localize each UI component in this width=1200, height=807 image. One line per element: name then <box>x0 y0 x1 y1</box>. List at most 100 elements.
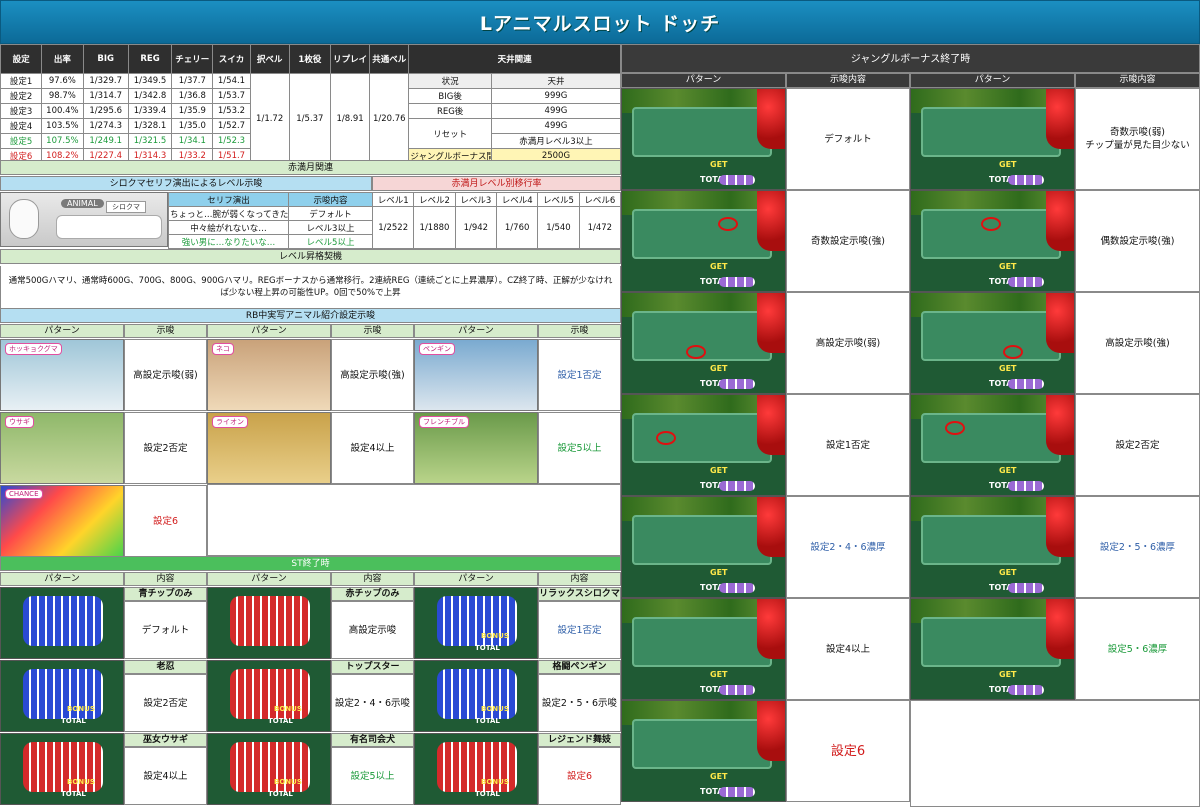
settings-cell: 1/34.1 <box>171 133 214 149</box>
rb-animal-caption: CHANCE <box>5 489 43 499</box>
settings-cell: 98.7% <box>41 88 84 104</box>
settings-cell: 1/53.2 <box>212 103 251 119</box>
st-chip-image <box>0 587 124 659</box>
st-pattern-label: 格闘ペンギン <box>538 660 621 674</box>
bonus-text: BONUS <box>481 632 509 640</box>
st-header: 内容 <box>124 572 207 586</box>
rb-hint-cell: 設定4以上 <box>331 412 414 484</box>
get-text: GET <box>999 568 1017 577</box>
st-header: パターン <box>414 572 538 586</box>
jungle-screen-image: GET TOTAL <box>621 700 786 802</box>
header-cell: 示唆内容 <box>288 192 373 207</box>
total-text: TOTAL <box>61 790 86 798</box>
st-hint-cell: デフォルト <box>124 601 207 659</box>
hint-cell: レベル5以上 <box>288 234 373 249</box>
settings-cell: 1/349.5 <box>127 73 173 89</box>
st-chip-image: BONUS TOTAL <box>414 660 538 732</box>
rb-animal-caption: ウサギ <box>5 416 34 428</box>
jungle-hint-cell: 設定6 <box>786 700 910 802</box>
total-text: TOTAL <box>475 790 500 798</box>
jungle-hint-cell: 高設定示唆(弱) <box>786 292 910 394</box>
level-rate-table: レベル1 レベル2 レベル3 レベル4 レベル5 レベル6 1/2522 1/1880 1/9… <box>371 192 622 249</box>
jungle-hint-cell: 偶数設定示唆(強) <box>1075 190 1200 292</box>
line-cell: 中々絵がれないな… <box>168 220 289 235</box>
jungle-header: 示唆内容 <box>786 73 910 88</box>
header-cell: 1枚役 <box>288 44 332 74</box>
st-pattern-label: 青チップのみ <box>124 587 207 601</box>
settings-cell: 1/314.7 <box>82 88 129 104</box>
rb-header: パターン <box>207 324 331 338</box>
hint-cell: レベル3以上 <box>288 220 373 235</box>
bonus-text: BONUS <box>481 778 509 786</box>
settings-cell: 設定5 <box>0 133 43 149</box>
settings-cell: 1/339.4 <box>127 103 173 119</box>
st-hint-cell: 設定2・4・6示唆 <box>331 674 414 732</box>
rb-animal-caption: ホッキョクグマ <box>5 343 62 355</box>
rb-animal-caption: ライオン <box>212 416 248 428</box>
common-rate-cell: 1/5.37 <box>288 73 332 164</box>
st-chip-image: BONUS TOTAL <box>414 733 538 805</box>
get-text: GET <box>999 262 1017 271</box>
level-header: レベル1 <box>371 192 415 207</box>
get-text: GET <box>999 670 1017 679</box>
jungle-hint-cell: 設定2否定 <box>1075 394 1200 496</box>
settings-cell: 1/274.3 <box>82 118 129 134</box>
jungle-hint-cell: 設定4以上 <box>786 598 910 700</box>
rb-animal-image: ホッキョクグマ <box>0 339 124 411</box>
level-header: レベル5 <box>537 192 580 207</box>
header-cell: リプレイ <box>329 44 371 74</box>
level-up-text: 通常500Gハマリ、通常時600G、700G、800G、900Gハマリ。REGボ… <box>0 266 621 308</box>
jungle-header: パターン <box>910 73 1075 88</box>
total-text: TOTAL <box>61 717 86 725</box>
settings-cell: 1/249.1 <box>82 133 129 149</box>
rb-animal-caption: ペンギン <box>419 343 455 355</box>
st-pattern-label: レジェンド舞妓 <box>538 733 621 747</box>
shirokuma-image: ANIMAL シロクマ <box>0 192 168 247</box>
jungle-hint-cell: 設定2・4・6濃厚 <box>786 496 910 598</box>
st-header: 内容 <box>331 572 414 586</box>
jungle-screen-image: GET TOTAL <box>910 496 1075 598</box>
hint-cell: デフォルト <box>288 206 373 221</box>
tenjou-title: 天井関連 <box>408 44 621 74</box>
jungle-header: 示唆内容 <box>1075 73 1200 88</box>
header-cell: スイカ <box>212 44 251 74</box>
header-cell: 出率 <box>41 44 84 74</box>
rb-header: 示唆 <box>538 324 621 338</box>
jungle-screen-image: GET TOTAL <box>621 598 786 700</box>
rb-animal-image: ネコ <box>207 339 331 411</box>
st-chip-image: BONUS TOTAL <box>207 660 331 732</box>
level-value: 1/1880 <box>413 206 456 249</box>
settings-cell: 1/37.7 <box>171 73 214 89</box>
get-text: GET <box>710 262 728 271</box>
get-text: GET <box>710 364 728 373</box>
level-header: レベル3 <box>454 192 497 207</box>
header-cell: 共通ベル <box>369 44 410 74</box>
shirokuma-table: セリフ演出 示唆内容 ちょっと…腕が弱くなってきた… デフォルト 中々絵がれないな…… <box>168 192 373 249</box>
rb-animal-image: フレンチブル <box>414 412 538 484</box>
header-cell: チェリー <box>171 44 214 74</box>
rb-hint-cell: 設定2否定 <box>124 412 207 484</box>
jungle-screen-image: GET TOTAL <box>621 292 786 394</box>
bonus-text: BONUS <box>274 778 302 786</box>
level-header: レベル6 <box>578 192 622 207</box>
st-hint-cell: 高設定示唆 <box>331 601 414 659</box>
page-title: Lアニマルスロット ドッチ <box>479 12 721 35</box>
st-hint-cell: 設定2否定 <box>124 674 207 732</box>
settings-cell: 1/295.6 <box>82 103 129 119</box>
jungle-title: ジャングルボーナス終了時 <box>621 44 1200 73</box>
header-cell: 択ベル <box>249 44 290 74</box>
get-text: GET <box>710 568 728 577</box>
st-chip-image: BONUS TOTAL <box>414 587 538 659</box>
total-text: TOTAL <box>475 644 500 652</box>
get-text: GET <box>710 772 728 781</box>
st-hint-cell: 設定6 <box>538 747 621 805</box>
rb-animal-caption: フレンチブル <box>419 416 469 428</box>
common-rate-cell: 1/20.76 <box>369 73 410 164</box>
bonus-text: BONUS <box>274 705 302 713</box>
tenjou-cell: BIG後 <box>408 88 492 104</box>
st-hint-cell: 設定5以上 <box>331 747 414 805</box>
settings-cell: 107.5% <box>41 133 84 149</box>
get-text: GET <box>710 160 728 169</box>
jungle-screen-image: GET TOTAL <box>910 190 1075 292</box>
rb-animal-image: ライオン <box>207 412 331 484</box>
